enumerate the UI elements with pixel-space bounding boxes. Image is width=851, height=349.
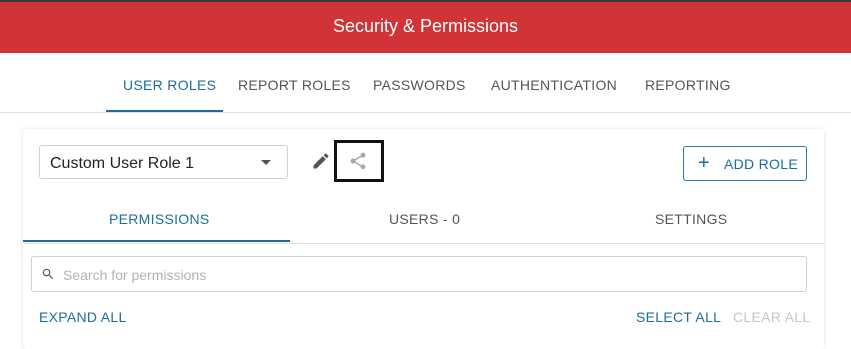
clear-all-link[interactable]: CLEAR ALL (733, 309, 810, 325)
select-all-link[interactable]: SELECT ALL (636, 309, 721, 325)
tab-report-roles[interactable]: REPORT ROLES (238, 77, 351, 93)
app-header: Security & Permissions (0, 0, 851, 53)
page-title: Security & Permissions (332, 16, 519, 36)
active-tab-indicator (106, 110, 223, 112)
role-subtabs: PERMISSIONS USERS - 0 SETTINGS (23, 191, 824, 244)
search-placeholder: Search for permissions (63, 267, 207, 283)
search-icon (41, 267, 55, 286)
chevron-down-icon (261, 160, 271, 165)
tab-passwords[interactable]: PASSWORDS (373, 77, 466, 93)
tab-users[interactable]: USERS - 0 (389, 211, 460, 227)
tab-reporting[interactable]: REPORTING (645, 77, 731, 93)
role-select-value: Custom User Role 1 (50, 155, 195, 172)
tab-user-roles[interactable]: USER ROLES (123, 77, 216, 93)
plus-icon: + (698, 152, 710, 174)
expand-all-link[interactable]: EXPAND ALL (39, 309, 127, 325)
add-role-label: ADD ROLE (724, 156, 798, 172)
role-card: Custom User Role 1 + ADD ROLE PERMISSION… (23, 129, 824, 349)
tab-settings[interactable]: SETTINGS (655, 211, 727, 227)
pencil-icon[interactable] (311, 151, 331, 176)
main-tabs: USER ROLES REPORT ROLES PASSWORDS AUTHEN… (0, 53, 851, 113)
share-icon[interactable] (348, 151, 368, 176)
search-permissions-input[interactable]: Search for permissions (31, 256, 807, 292)
role-select[interactable]: Custom User Role 1 (39, 145, 288, 179)
tab-authentication[interactable]: AUTHENTICATION (491, 77, 617, 93)
tab-permissions[interactable]: PERMISSIONS (109, 211, 210, 227)
share-button-highlight[interactable] (334, 140, 384, 182)
add-role-button[interactable]: + ADD ROLE (683, 146, 807, 181)
active-subtab-indicator (23, 240, 290, 242)
